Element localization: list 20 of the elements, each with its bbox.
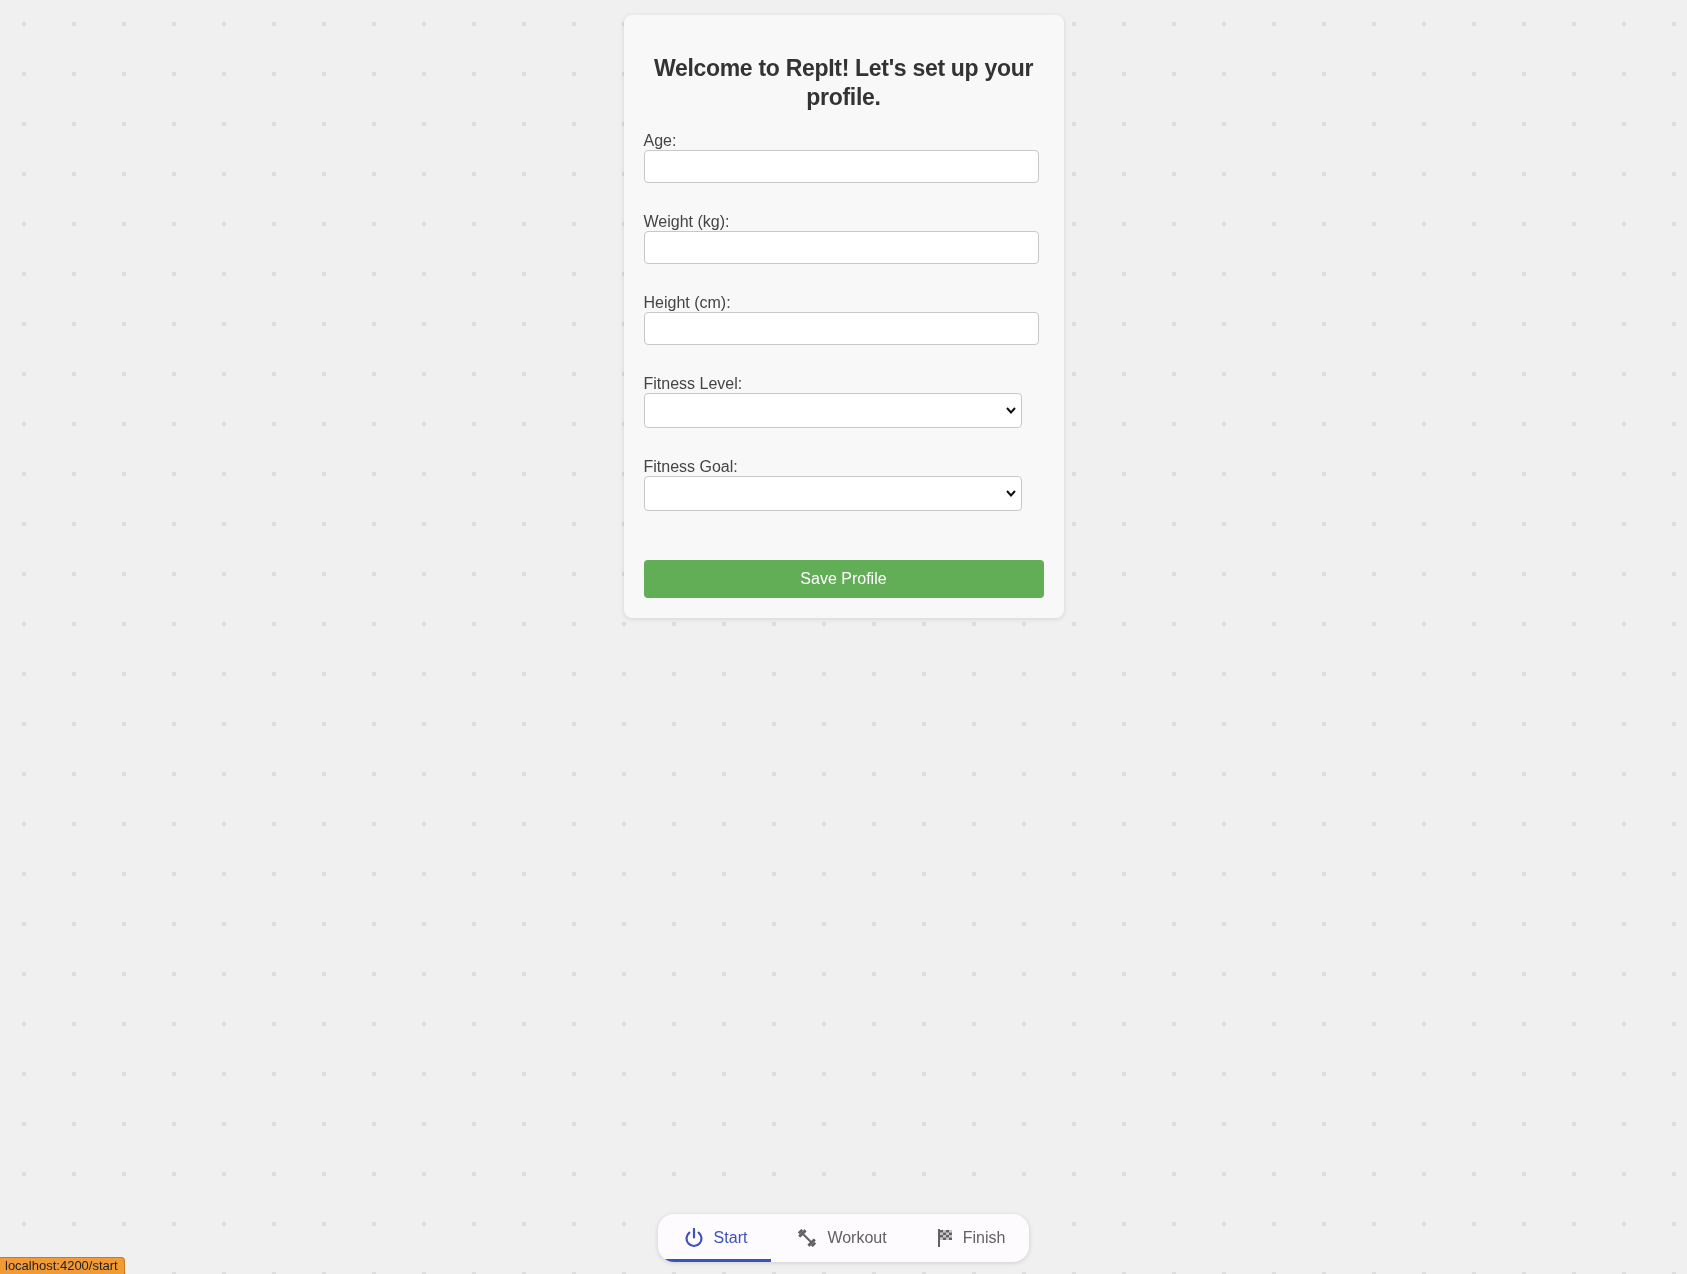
checkered-flag-icon — [936, 1228, 953, 1248]
text-input[interactable] — [643, 231, 1039, 264]
nav-tab[interactable]: Workout — [771, 1214, 911, 1262]
dropdown-select[interactable] — [643, 393, 1022, 428]
welcome-heading: Welcome to RepIt! Let's set up your profile. — [652, 54, 1035, 112]
chevron-down-icon — [1005, 490, 1016, 497]
power-icon — [683, 1228, 704, 1248]
nav-tab[interactable]: Finish — [910, 1214, 1030, 1262]
link-url-status: localhost:4200/start — [0, 1257, 125, 1274]
text-input[interactable] — [643, 312, 1039, 345]
field-label: Fitness Level: — [643, 374, 744, 393]
dropdown-select[interactable] — [643, 476, 1022, 511]
field-label: Height (cm): — [643, 293, 732, 312]
nav-tab[interactable]: Start — [657, 1214, 772, 1262]
field-label: Weight (kg): — [643, 212, 731, 231]
field-label: Age: — [643, 131, 678, 150]
dumbbell-icon — [797, 1228, 818, 1248]
chevron-down-icon — [1005, 407, 1016, 414]
field-label: Fitness Goal: — [643, 457, 739, 476]
text-input[interactable] — [643, 150, 1039, 183]
